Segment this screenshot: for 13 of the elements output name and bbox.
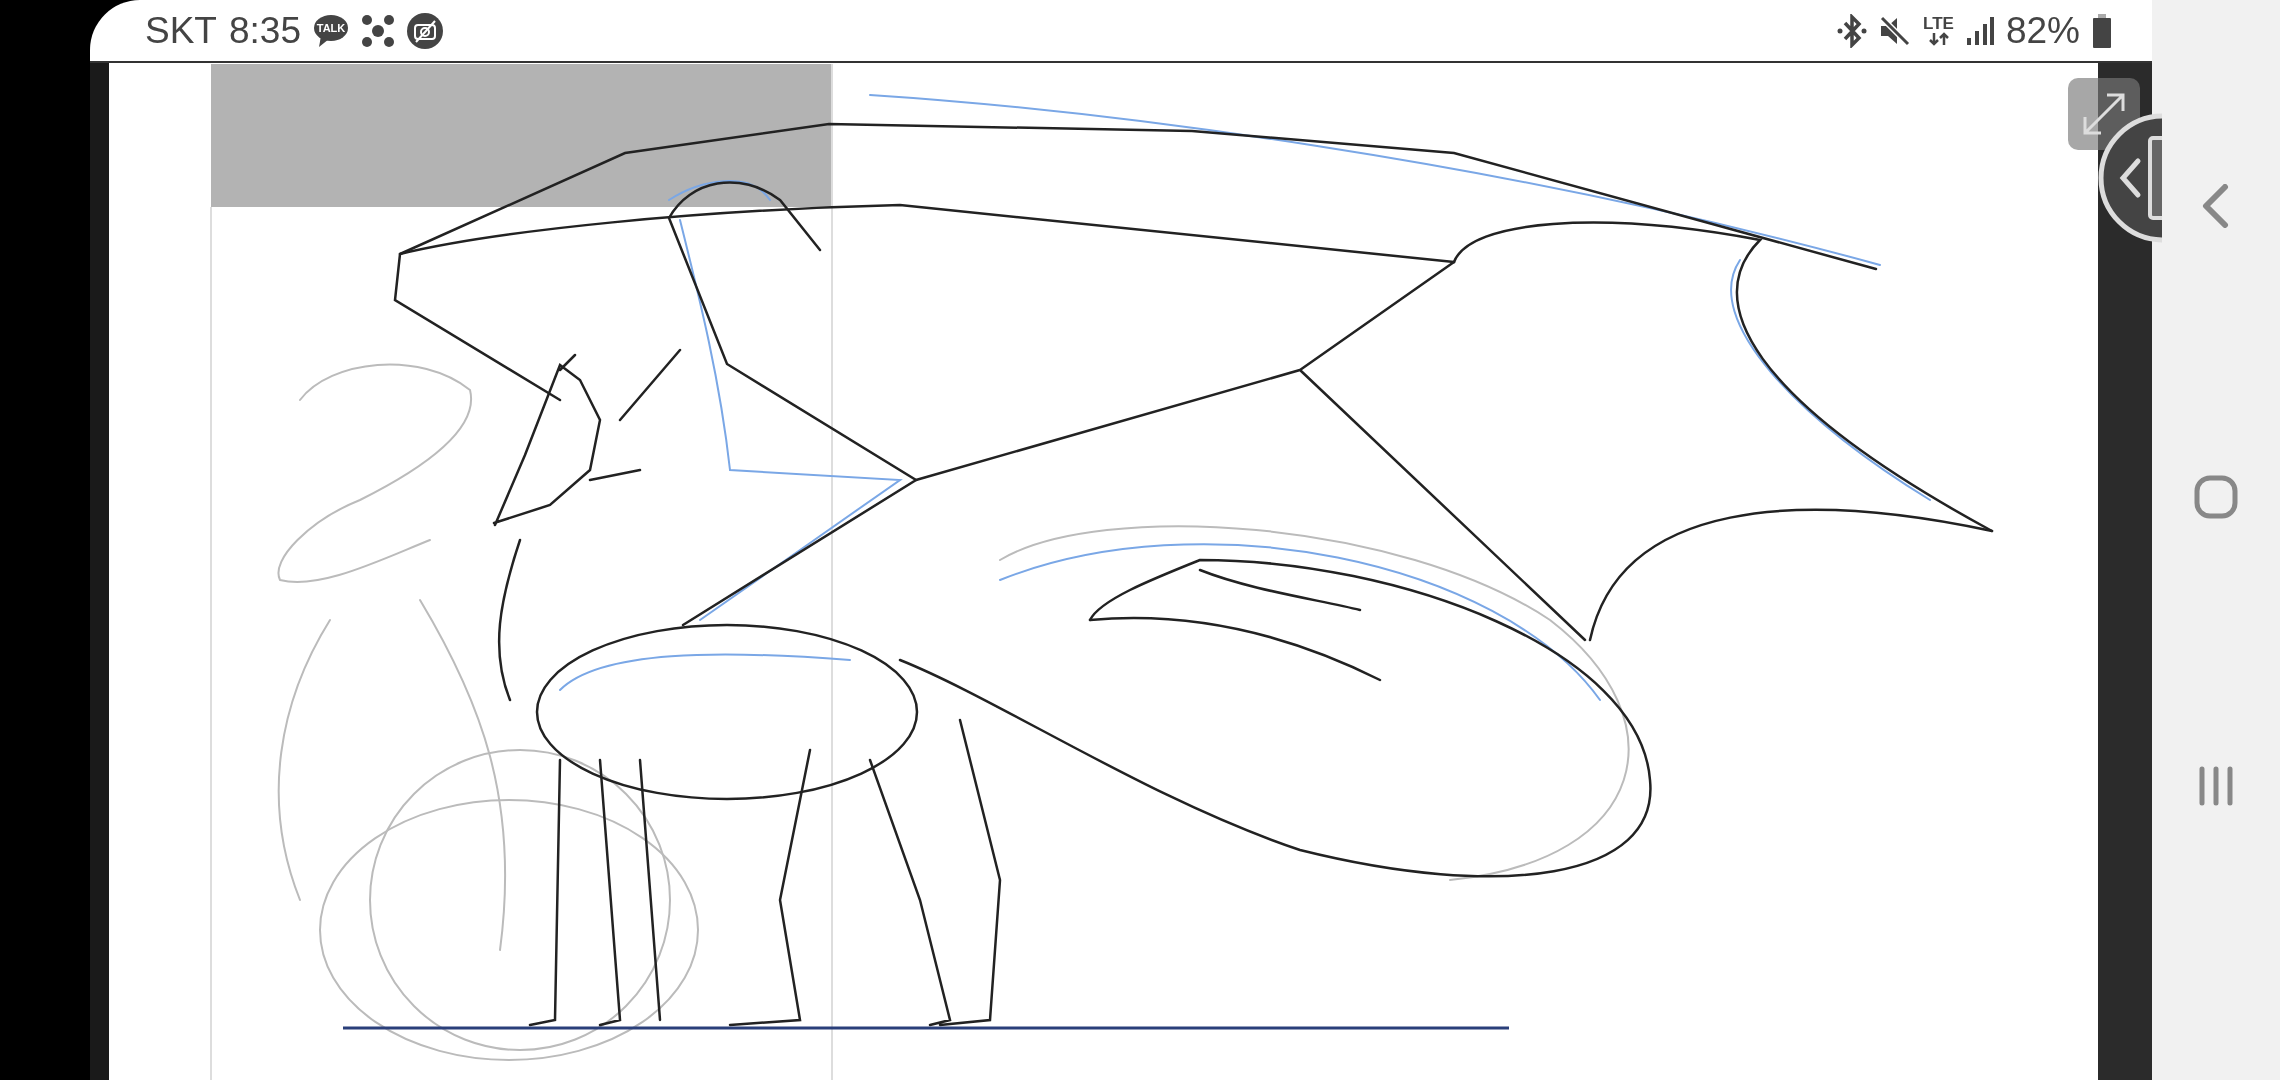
camera-off-icon <box>407 12 443 49</box>
battery-percentage: 82% <box>2005 8 2080 53</box>
bluetooth-icon <box>1837 13 1868 48</box>
home-icon[interactable] <box>2194 475 2238 519</box>
data-arrows-icon <box>1927 32 1950 46</box>
muted-speaker-icon <box>1879 14 1912 47</box>
clock-time: 8:35 <box>228 8 301 53</box>
network-nodes-icon <box>361 13 395 48</box>
battery-icon <box>2092 13 2112 48</box>
network-type-label: LTE <box>1923 15 1954 46</box>
carrier-name: SKT <box>145 8 217 53</box>
back-icon[interactable] <box>2201 183 2231 228</box>
signal-bars-icon <box>1965 15 1994 46</box>
